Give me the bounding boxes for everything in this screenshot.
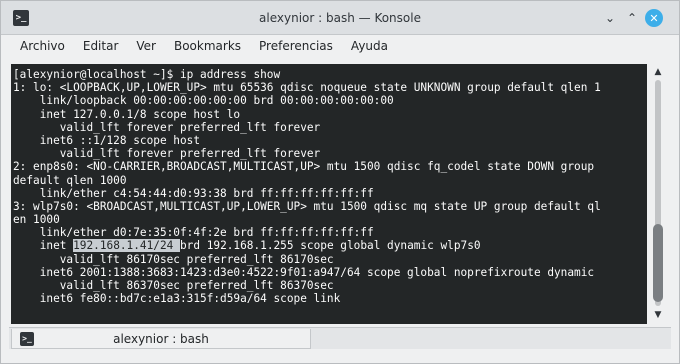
menu-ver[interactable]: Ver — [127, 35, 165, 57]
terminal-line: link/loopback 00:00:00:00:00:00 brd 00:0… — [13, 94, 394, 108]
menu-archivo[interactable]: Archivo — [11, 35, 74, 57]
terminal-line: link/ether d0:7e:35:0f:4f:2e brd ff:ff:f… — [13, 226, 374, 240]
terminal-line: inet6 ::1/128 scope host — [13, 133, 201, 147]
chevron-down-icon: ⌄ — [604, 11, 616, 25]
tab-label: alexynior : bash — [113, 332, 209, 346]
terminal-line: link/ether c4:54:44:d0:93:38 brd ff:ff:f… — [13, 186, 374, 200]
minimize-button[interactable]: ⌄ — [601, 9, 619, 27]
terminal-line: inet6 2001:1388:3683:1423:d3e0:4522:9f01… — [13, 265, 595, 279]
terminal-line-inet: inet 192.168.1.41/24 brd 192.168.1.255 s… — [13, 239, 647, 253]
terminal-line: valid_lft forever preferred_lft forever — [13, 120, 321, 134]
terminal-line: inet 127.0.0.1/8 scope host lo — [13, 107, 241, 121]
arrow-up-icon[interactable]: ▲ — [652, 66, 664, 78]
maximize-button[interactable]: ⌃ — [623, 9, 641, 27]
title-bar[interactable]: >_ alexynior : bash — Konsole ⌄ ⌃ ✕ — [1, 1, 679, 35]
close-button[interactable]: ✕ — [645, 9, 663, 27]
terminal-line: 1: lo: <LOOPBACK,UP,LOWER_UP> mtu 65536 … — [13, 81, 601, 95]
selected-ip-address[interactable]: 192.168.1.41/24 — [73, 239, 180, 253]
menu-editar[interactable]: Editar — [74, 35, 128, 57]
tab-bar: >_ alexynior : bash — [9, 327, 671, 349]
vertical-scrollbar[interactable]: ▲ ▼ — [649, 64, 667, 324]
terminal-line: inet6 fe80::bd7c:e1a3:315f:d59a/64 scope… — [13, 292, 341, 306]
arrow-down-icon[interactable]: ▼ — [652, 309, 664, 321]
menu-bar: Archivo Editar Ver Bookmarks Preferencia… — [1, 35, 679, 57]
chevron-up-icon: ⌃ — [626, 11, 638, 25]
terminal-line: en 1000 — [13, 213, 60, 227]
terminal-line: 3: wlp7s0: <BROADCAST,MULTICAST,UP,LOWER… — [13, 199, 601, 213]
terminal-line: default qlen 1000 — [13, 173, 127, 187]
inet-prefix: inet — [13, 239, 74, 253]
konsole-window: >_ alexynior : bash — Konsole ⌄ ⌃ ✕ Arch… — [0, 0, 680, 364]
close-icon: ✕ — [649, 11, 659, 25]
tab-bash[interactable]: >_ alexynior : bash — [11, 329, 311, 349]
terminal-line: 2: enp8s0: <NO-CARRIER,BROADCAST,MULTICA… — [13, 160, 595, 174]
menu-bookmarks[interactable]: Bookmarks — [165, 35, 250, 57]
terminal-line: [alexynior@localhost ~]$ ip address show — [13, 68, 281, 81]
inet-suffix: brd 192.168.1.255 scope global dynamic w… — [180, 239, 481, 253]
terminal-output[interactable]: [alexynior@localhost ~]$ ip address show… — [11, 64, 647, 324]
window-title: alexynior : bash — Konsole — [259, 11, 421, 25]
terminal-line: valid_lft forever preferred_lft forever — [13, 147, 321, 161]
menu-preferencias[interactable]: Preferencias — [250, 35, 342, 57]
scrollbar-thumb[interactable] — [653, 224, 663, 302]
menu-ayuda[interactable]: Ayuda — [342, 35, 397, 57]
terminal-line: valid_lft 86370sec preferred_lft 86370se… — [13, 279, 334, 292]
terminal-line: valid_lft 86170sec preferred_lft 86170se… — [13, 252, 334, 266]
